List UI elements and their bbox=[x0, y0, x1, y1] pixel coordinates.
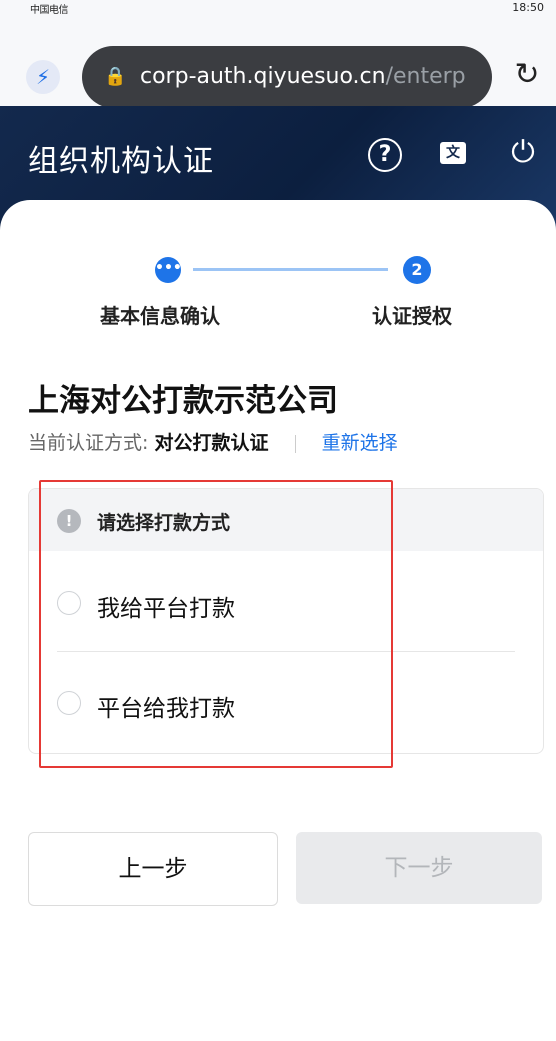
method-value: 对公打款认证 bbox=[154, 432, 269, 454]
step2-label: 认证授权 bbox=[372, 304, 452, 328]
clock: 18:50 bbox=[512, 1, 544, 14]
status-bar: 中国电信 18:50 bbox=[0, 0, 556, 16]
highlight-box bbox=[39, 480, 393, 768]
reload-icon[interactable]: ↻ bbox=[512, 60, 542, 90]
url-rest: /enterp bbox=[385, 64, 466, 89]
step-connector bbox=[193, 268, 388, 271]
url-main: corp-auth.qiyuesuo.cn bbox=[140, 64, 386, 89]
page-title: 组织机构认证 bbox=[28, 144, 214, 179]
carrier-label: 中国电信 bbox=[30, 5, 69, 16]
url-text: corp-auth.qiyuesuo.cn/enterp bbox=[140, 46, 466, 108]
address-bar[interactable]: 🔒 corp-auth.qiyuesuo.cn/enterp bbox=[82, 46, 492, 108]
divider bbox=[294, 434, 296, 453]
bolt-icon[interactable]: ⚡ bbox=[26, 60, 60, 94]
step1-dot: ••• bbox=[155, 257, 182, 283]
power-icon[interactable]: ⏻ bbox=[506, 136, 540, 170]
next-step-button[interactable]: 下一步 bbox=[296, 832, 542, 904]
step1-label: 基本信息确认 bbox=[100, 304, 220, 328]
prev-step-button[interactable]: 上一步 bbox=[28, 832, 278, 906]
company-name: 上海对公打款示范公司 bbox=[28, 383, 338, 419]
translate-icon[interactable]: 文 bbox=[436, 136, 470, 170]
step2-dot: 2 bbox=[403, 256, 431, 284]
method-prefix: 当前认证方式: bbox=[28, 432, 149, 454]
browser-toolbar: ⚡ 🔒 corp-auth.qiyuesuo.cn/enterp ↻ bbox=[0, 16, 556, 108]
lock-icon: 🔒 bbox=[104, 66, 127, 87]
auth-method-row: 当前认证方式: 对公打款认证 重新选择 bbox=[28, 428, 398, 455]
reselect-link[interactable]: 重新选择 bbox=[322, 432, 398, 454]
help-icon[interactable]: ? bbox=[368, 138, 402, 172]
